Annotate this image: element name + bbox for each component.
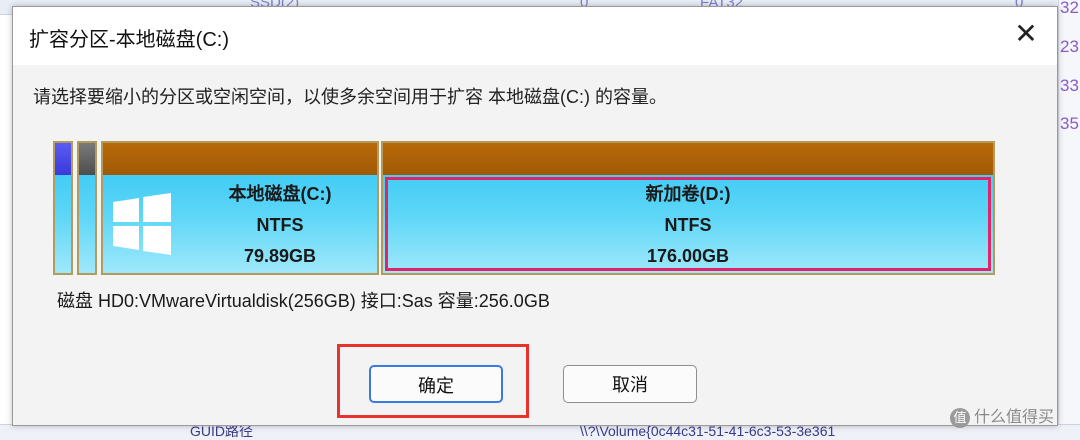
cancel-button[interactable]: 取消	[563, 365, 697, 403]
partition-d-labels: 新加卷(D:) NTFS 176.00GB	[383, 179, 993, 272]
partition-cap	[103, 143, 377, 175]
background-cell: \\?\Volume{0c44c31-51-41-6c3-53-3e361	[580, 423, 836, 439]
partition-filesystem: NTFS	[664, 215, 712, 235]
partition-small-2[interactable]	[77, 141, 97, 275]
dialog-title-bar: 扩容分区-本地磁盘(C:) ✕	[13, 7, 1057, 65]
background-number: 23	[1060, 37, 1079, 56]
partition-c[interactable]: 本地磁盘(C:) NTFS 79.89GB	[101, 141, 379, 275]
ok-button[interactable]: 确定	[369, 365, 503, 403]
partition-d[interactable]: 新加卷(D:) NTFS 176.00GB	[381, 141, 995, 275]
partition-name: 本地磁盘(C:)	[228, 184, 332, 204]
background-cell: GUID路径	[190, 423, 253, 439]
extend-partition-dialog: 扩容分区-本地磁盘(C:) ✕ 请选择要缩小的分区或空闲空间，以使多余空间用于扩…	[12, 6, 1058, 426]
disk-map: 本地磁盘(C:) NTFS 79.89GB 新加卷(D:) NTFS 176.0…	[53, 141, 995, 277]
background-column	[1058, 0, 1080, 439]
dialog-title: 扩容分区-本地磁盘(C:)	[29, 29, 229, 51]
background-number: 33	[1060, 76, 1079, 95]
watermark-badge-icon: 值	[950, 407, 970, 428]
partition-size: 79.89GB	[243, 246, 317, 266]
partition-cap	[55, 143, 71, 175]
partition-cap	[383, 143, 993, 175]
partition-small-1[interactable]	[53, 141, 73, 275]
close-icon[interactable]: ✕	[1009, 17, 1043, 51]
instruction-text: 请选择要缩小的分区或空闲空间，以使多余空间用于扩容 本地磁盘(C:) 的容量。	[33, 87, 667, 107]
partition-c-labels: 本地磁盘(C:) NTFS 79.89GB	[193, 179, 367, 272]
partition-cap	[79, 143, 95, 175]
partition-name: 新加卷(D:)	[645, 184, 731, 204]
partition-filesystem: NTFS	[256, 215, 304, 235]
watermark-text: 什么值得买	[974, 409, 1055, 426]
background-number: 35	[1060, 114, 1079, 133]
disk-info: 磁盘 HD0:VMwareVirtualdisk(256GB) 接口:Sas 容…	[57, 291, 550, 311]
background-number: 32	[1060, 0, 1079, 17]
partition-size: 176.00GB	[646, 246, 730, 266]
windows-logo-icon	[113, 193, 171, 255]
background-status-row	[0, 424, 1080, 440]
watermark: 值什么值得买	[950, 403, 1054, 428]
